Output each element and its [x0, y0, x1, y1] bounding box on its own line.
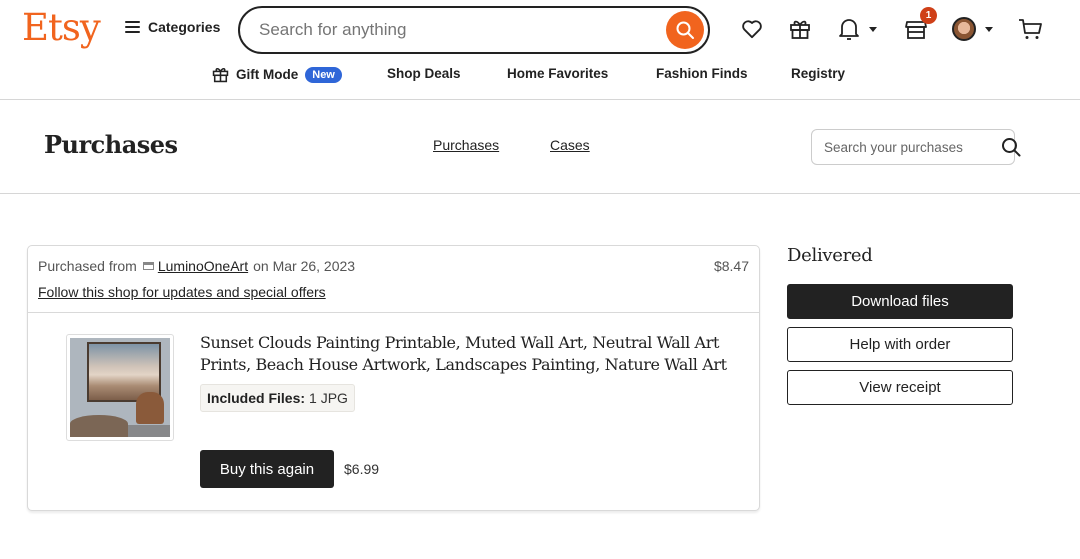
gift-icon: [790, 20, 810, 39]
cart-icon: [1019, 19, 1042, 39]
site-header: Etsy Categories 1 Gift Mode New: [0, 0, 1080, 100]
included-files-value: 1 JPG: [309, 390, 348, 406]
new-badge: New: [305, 66, 342, 83]
shop-manager-button[interactable]: 1: [904, 7, 937, 44]
page-title: Purchases: [44, 130, 178, 159]
follow-shop-link[interactable]: Follow this shop for updates and special…: [38, 284, 326, 300]
search-button[interactable]: [666, 11, 704, 49]
tab-purchases[interactable]: Purchases: [433, 137, 499, 153]
subnav-gift-mode[interactable]: Gift Mode New: [212, 66, 342, 83]
item-price: $6.99: [344, 461, 380, 477]
view-receipt-button[interactable]: View receipt: [787, 370, 1013, 405]
order-card: Purchased from LuminoOneArt on Mar 26, 2…: [27, 245, 760, 511]
favorites-button[interactable]: [741, 14, 763, 44]
categories-button[interactable]: Categories: [125, 19, 220, 35]
heart-icon: [742, 20, 762, 39]
subnav-home-favorites[interactable]: Home Favorites: [507, 66, 608, 81]
subnav-shop-deals[interactable]: Shop Deals: [387, 66, 461, 81]
gift-icon: [212, 68, 229, 83]
account-menu-button[interactable]: [952, 14, 993, 44]
subnav-label: Gift Mode: [236, 67, 299, 82]
subnav-fashion-finds[interactable]: Fashion Finds: [656, 66, 748, 81]
chevron-down-icon: [869, 26, 877, 32]
gift-button[interactable]: [789, 14, 811, 44]
order-total: $8.47: [713, 258, 749, 274]
item-title[interactable]: Sunset Clouds Painting Printable, Muted …: [200, 332, 750, 376]
shop-name-link[interactable]: LuminoOneArt: [158, 258, 248, 274]
included-files-label: Included Files:: [207, 390, 306, 406]
included-files-chip: Included Files: 1 JPG: [200, 384, 355, 412]
bell-icon: [839, 19, 859, 40]
item-thumbnail[interactable]: [66, 334, 174, 441]
site-search: [238, 6, 710, 54]
help-with-order-button[interactable]: Help with order: [787, 327, 1013, 362]
order-card-header: Purchased from LuminoOneArt on Mar 26, 2…: [28, 246, 759, 313]
purchased-from-line: Purchased from LuminoOneArt on Mar 26, 2…: [38, 258, 355, 274]
subnav-registry[interactable]: Registry: [791, 66, 845, 81]
sub-navigation: Gift Mode New Shop Deals Home Favorites …: [0, 66, 1080, 88]
purchases-search-input[interactable]: [824, 139, 1001, 155]
product-image: [70, 338, 170, 437]
chevron-down-icon: [985, 26, 993, 32]
search-icon[interactable]: [1001, 137, 1021, 157]
shop-icon: [142, 262, 154, 270]
page-header: Purchases Purchases Cases: [0, 100, 1080, 194]
avatar: [952, 17, 976, 41]
buy-again-button[interactable]: Buy this again: [200, 450, 334, 488]
order-status: Delivered: [787, 245, 873, 266]
notification-badge: 1: [920, 7, 937, 24]
etsy-logo[interactable]: Etsy: [22, 6, 101, 49]
purchases-search: [811, 129, 1021, 165]
search-input[interactable]: [259, 20, 666, 40]
menu-icon: [125, 21, 140, 33]
cart-button[interactable]: [1018, 14, 1044, 44]
tab-cases[interactable]: Cases: [550, 137, 590, 153]
download-files-button[interactable]: Download files: [787, 284, 1013, 319]
notifications-button[interactable]: [838, 14, 877, 44]
purchased-from-label: Purchased from: [38, 258, 137, 274]
search-icon: [676, 21, 694, 39]
purchase-date: on Mar 26, 2023: [253, 258, 356, 274]
categories-label: Categories: [148, 19, 221, 35]
